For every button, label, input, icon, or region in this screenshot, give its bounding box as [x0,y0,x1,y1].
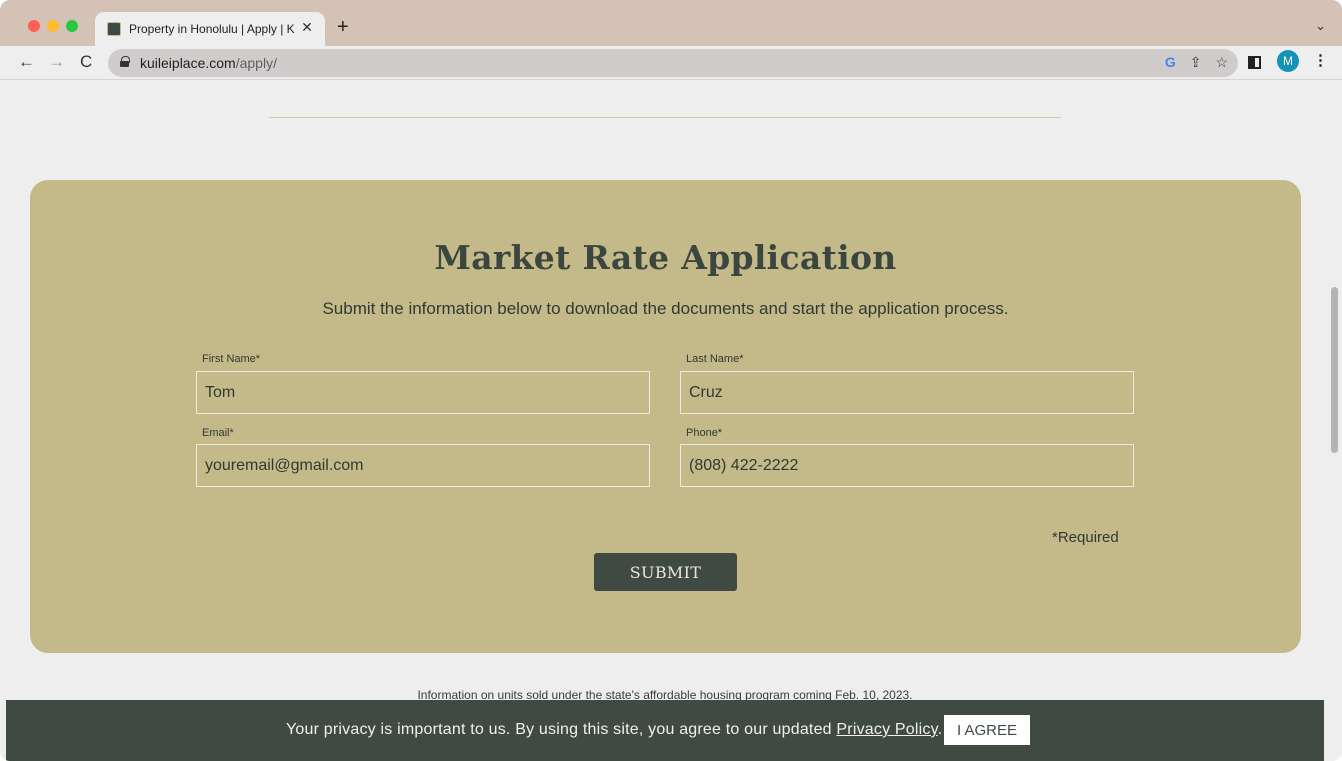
required-note: *Required [1052,529,1119,546]
share-icon[interactable]: ⇪ [1190,54,1202,71]
tab-search-chevron-icon[interactable]: ⌄ [1315,18,1326,34]
form-title: Market Rate Application [434,238,897,277]
google-lens-icon[interactable]: G [1165,54,1176,71]
cookie-text-after: . [937,721,943,738]
email-input[interactable] [196,444,650,487]
first-name-input[interactable] [196,371,650,414]
reload-button[interactable]: C [80,52,92,72]
privacy-policy-link[interactable]: Privacy Policy [836,721,937,738]
agree-button[interactable]: I AGREE [944,715,1030,745]
url-text[interactable]: kuileiplace.com/apply/ [140,55,277,71]
browser-window: Property in Honolulu | Apply | K ✕ + ⌄ ←… [0,0,1342,761]
phone-input[interactable] [680,444,1134,487]
new-tab-button[interactable]: + [337,17,349,37]
side-panel-icon[interactable] [1248,56,1261,69]
bookmark-star-icon[interactable]: ☆ [1215,54,1228,71]
browser-tab-active[interactable]: Property in Honolulu | Apply | K ✕ [95,12,325,46]
back-button[interactable]: ← [18,52,35,72]
phone-label: Phone* [686,427,723,439]
profile-avatar[interactable]: M [1277,50,1299,72]
browser-toolbar: ← → C kuileiplace.com/apply/ G ⇪ ☆ M ⋮ [0,46,1342,80]
url-path: /apply/ [235,55,277,71]
url-domain: kuileiplace.com [140,55,236,71]
page-scrollbar[interactable] [1328,81,1342,761]
last-name-label: Last Name* [686,353,744,365]
cookie-consent-bar: Your privacy is important to us. By usin… [6,700,1324,761]
lock-icon[interactable] [120,56,130,67]
address-bar-actions: G ⇪ ☆ [1165,54,1228,71]
cookie-message: Your privacy is important to us. By usin… [286,721,942,739]
tab-close-icon[interactable]: ✕ [299,19,315,35]
page-content: Market Rate Application Submit the infor… [0,81,1342,761]
submit-button[interactable]: SUBMIT [594,553,737,591]
browser-menu-icon[interactable]: ⋮ [1313,51,1328,69]
maximize-window-button[interactable] [66,20,78,32]
forward-button[interactable]: → [48,52,65,72]
scrollbar-thumb[interactable] [1331,287,1338,453]
site-favicon-icon [107,22,121,36]
tab-title: Property in Honolulu | Apply | K [129,22,295,36]
email-label: Email* [202,427,234,439]
tab-bar: Property in Honolulu | Apply | K ✕ + ⌄ [0,0,1342,46]
first-name-label: First Name* [202,353,261,365]
minimize-window-button[interactable] [47,20,59,32]
section-divider [269,117,1061,118]
form-subtitle: Submit the information below to download… [322,299,1009,318]
address-bar[interactable]: kuileiplace.com/apply/ G ⇪ ☆ [108,49,1238,77]
close-window-button[interactable] [28,20,40,32]
application-form-card: Market Rate Application Submit the infor… [30,180,1301,653]
last-name-input[interactable] [680,371,1134,414]
cookie-text-before: Your privacy is important to us. By usin… [286,721,837,738]
